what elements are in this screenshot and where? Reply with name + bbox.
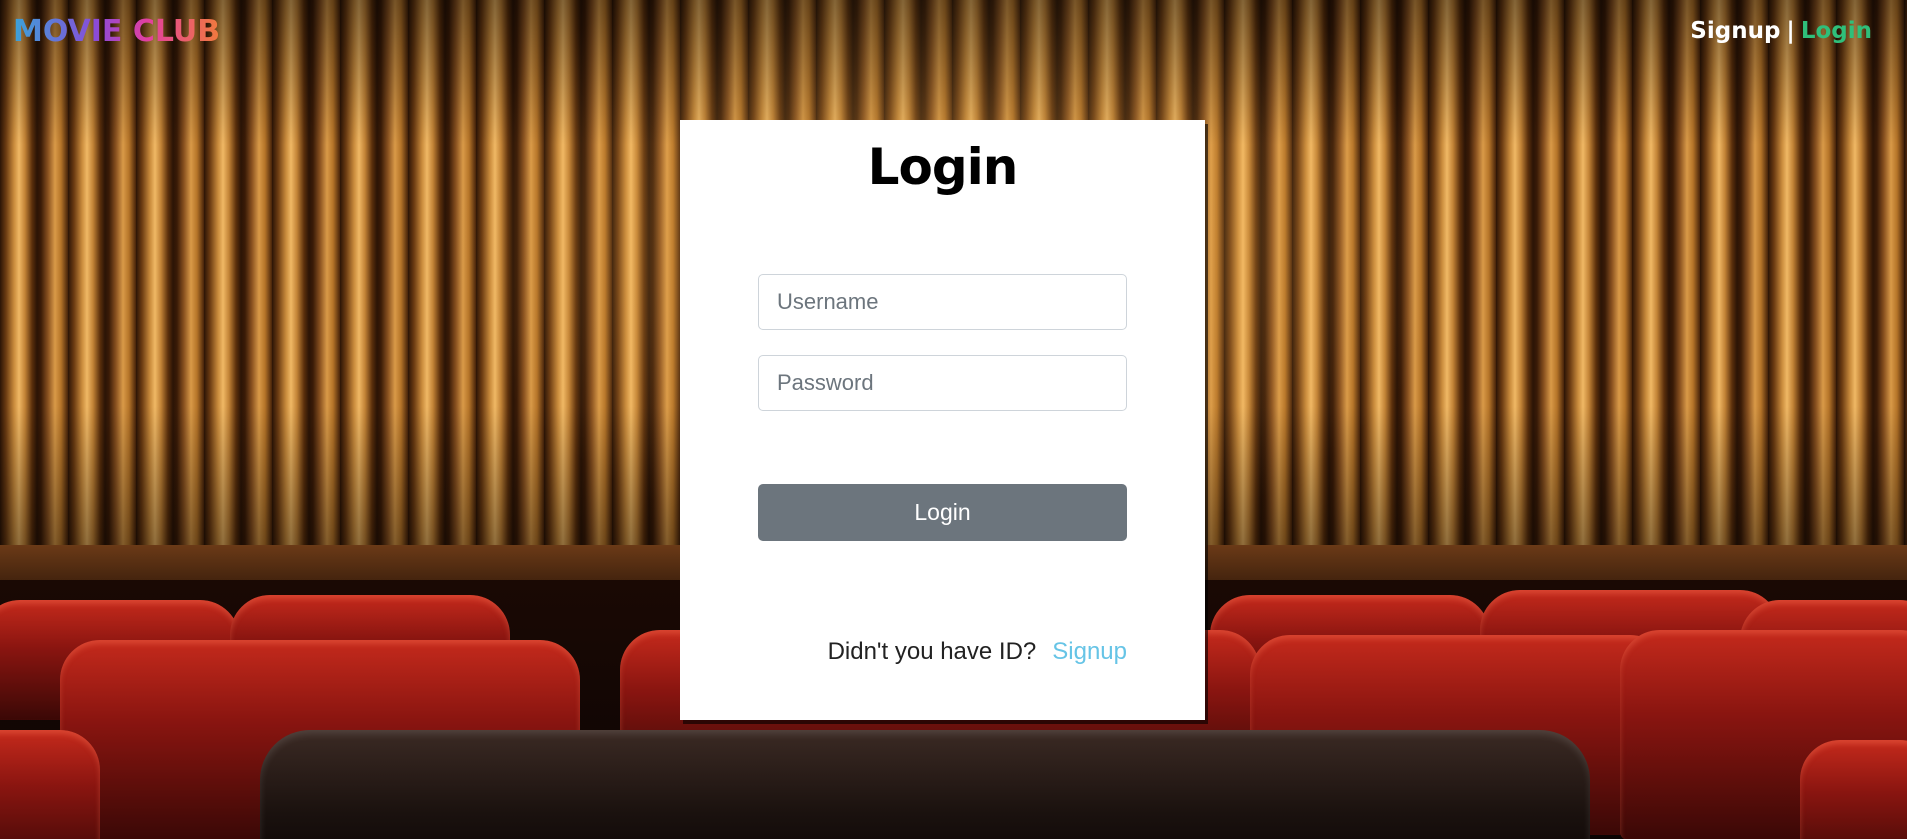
page-title: Login bbox=[867, 138, 1019, 196]
top-nav: Signup | Login bbox=[1690, 18, 1872, 44]
username-input[interactable] bbox=[758, 274, 1127, 330]
nav-separator: | bbox=[1786, 18, 1795, 44]
signup-link[interactable]: Signup bbox=[1052, 638, 1127, 665]
login-card: Login Login Didn't you have ID? Signup bbox=[680, 120, 1205, 720]
password-input[interactable] bbox=[758, 355, 1127, 411]
brand-logo[interactable]: MOVIE CLUB bbox=[13, 14, 220, 49]
login-button[interactable]: Login bbox=[758, 484, 1127, 541]
nav-signup-link[interactable]: Signup bbox=[1690, 18, 1780, 44]
signup-prompt: Didn't you have ID? Signup bbox=[828, 638, 1127, 666]
nav-login-link[interactable]: Login bbox=[1801, 18, 1872, 44]
signup-prompt-text: Didn't you have ID? bbox=[827, 638, 1037, 665]
